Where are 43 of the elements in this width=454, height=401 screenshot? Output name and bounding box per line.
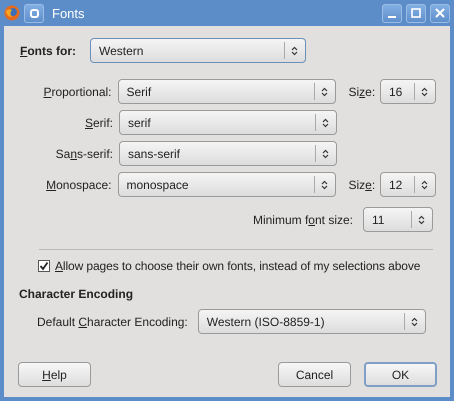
close-icon [435, 8, 445, 18]
section-heading: Character Encoding [19, 287, 134, 301]
font-label: Proportional: [42, 84, 112, 98]
size-dropdown[interactable]: 12 [380, 172, 436, 197]
minimize-button[interactable] [382, 4, 402, 22]
font-dropdown[interactable]: monospace [118, 172, 336, 197]
default-button[interactable]: OK [364, 362, 437, 387]
font-label: Serif: [84, 116, 113, 130]
fonts-for-label: Fonts for: [20, 44, 77, 58]
checkbox-label: Allow pages to choose their own fonts, instead of my selections above [55, 259, 420, 273]
help-button[interactable]: Help [18, 362, 91, 387]
font-label: Sans-serif: [54, 146, 113, 160]
size-label: Size: [348, 178, 376, 192]
up-down-arrows-icon [410, 316, 418, 326]
fonts-for-dropdown[interactable]: Western [90, 38, 306, 63]
size-label: Size: [348, 84, 376, 98]
font-dropdown[interactable]: Serif [118, 79, 336, 104]
up-down-arrows-icon [421, 180, 428, 190]
up-down-arrows-icon [421, 86, 428, 96]
font-dropdown[interactable]: sans-serif [119, 141, 337, 166]
minimum-font-size-label: Minimum font size: [252, 212, 353, 226]
fox-globe-logo-icon [4, 5, 20, 21]
up-down-arrows-icon [291, 46, 298, 56]
up-down-arrows-icon [320, 86, 328, 96]
window-menu-button[interactable] [24, 4, 44, 22]
encoding-dropdown[interactable]: Western (ISO-8859-1) [198, 309, 426, 334]
square-icon [30, 8, 38, 18]
maximize-button[interactable] [406, 4, 426, 22]
minimize-icon [388, 16, 396, 18]
encoding-label: Default Character Encoding: [37, 314, 188, 328]
up-down-arrows-icon [418, 214, 425, 224]
size-dropdown[interactable]: 16 [380, 79, 436, 104]
font-dropdown[interactable]: serif [119, 110, 337, 135]
up-down-arrows-icon [320, 180, 328, 190]
up-down-arrows-icon [322, 118, 329, 128]
checkbox[interactable] [38, 260, 50, 272]
window-title: Fonts [52, 6, 86, 20]
up-down-arrows-icon [322, 148, 329, 158]
maximize-icon [411, 8, 421, 18]
dialog-button[interactable]: Cancel [278, 362, 351, 387]
minimum-font-size-dropdown[interactable]: 11 [363, 207, 433, 232]
font-label: Monospace: [45, 178, 112, 192]
close-button[interactable] [430, 4, 450, 22]
